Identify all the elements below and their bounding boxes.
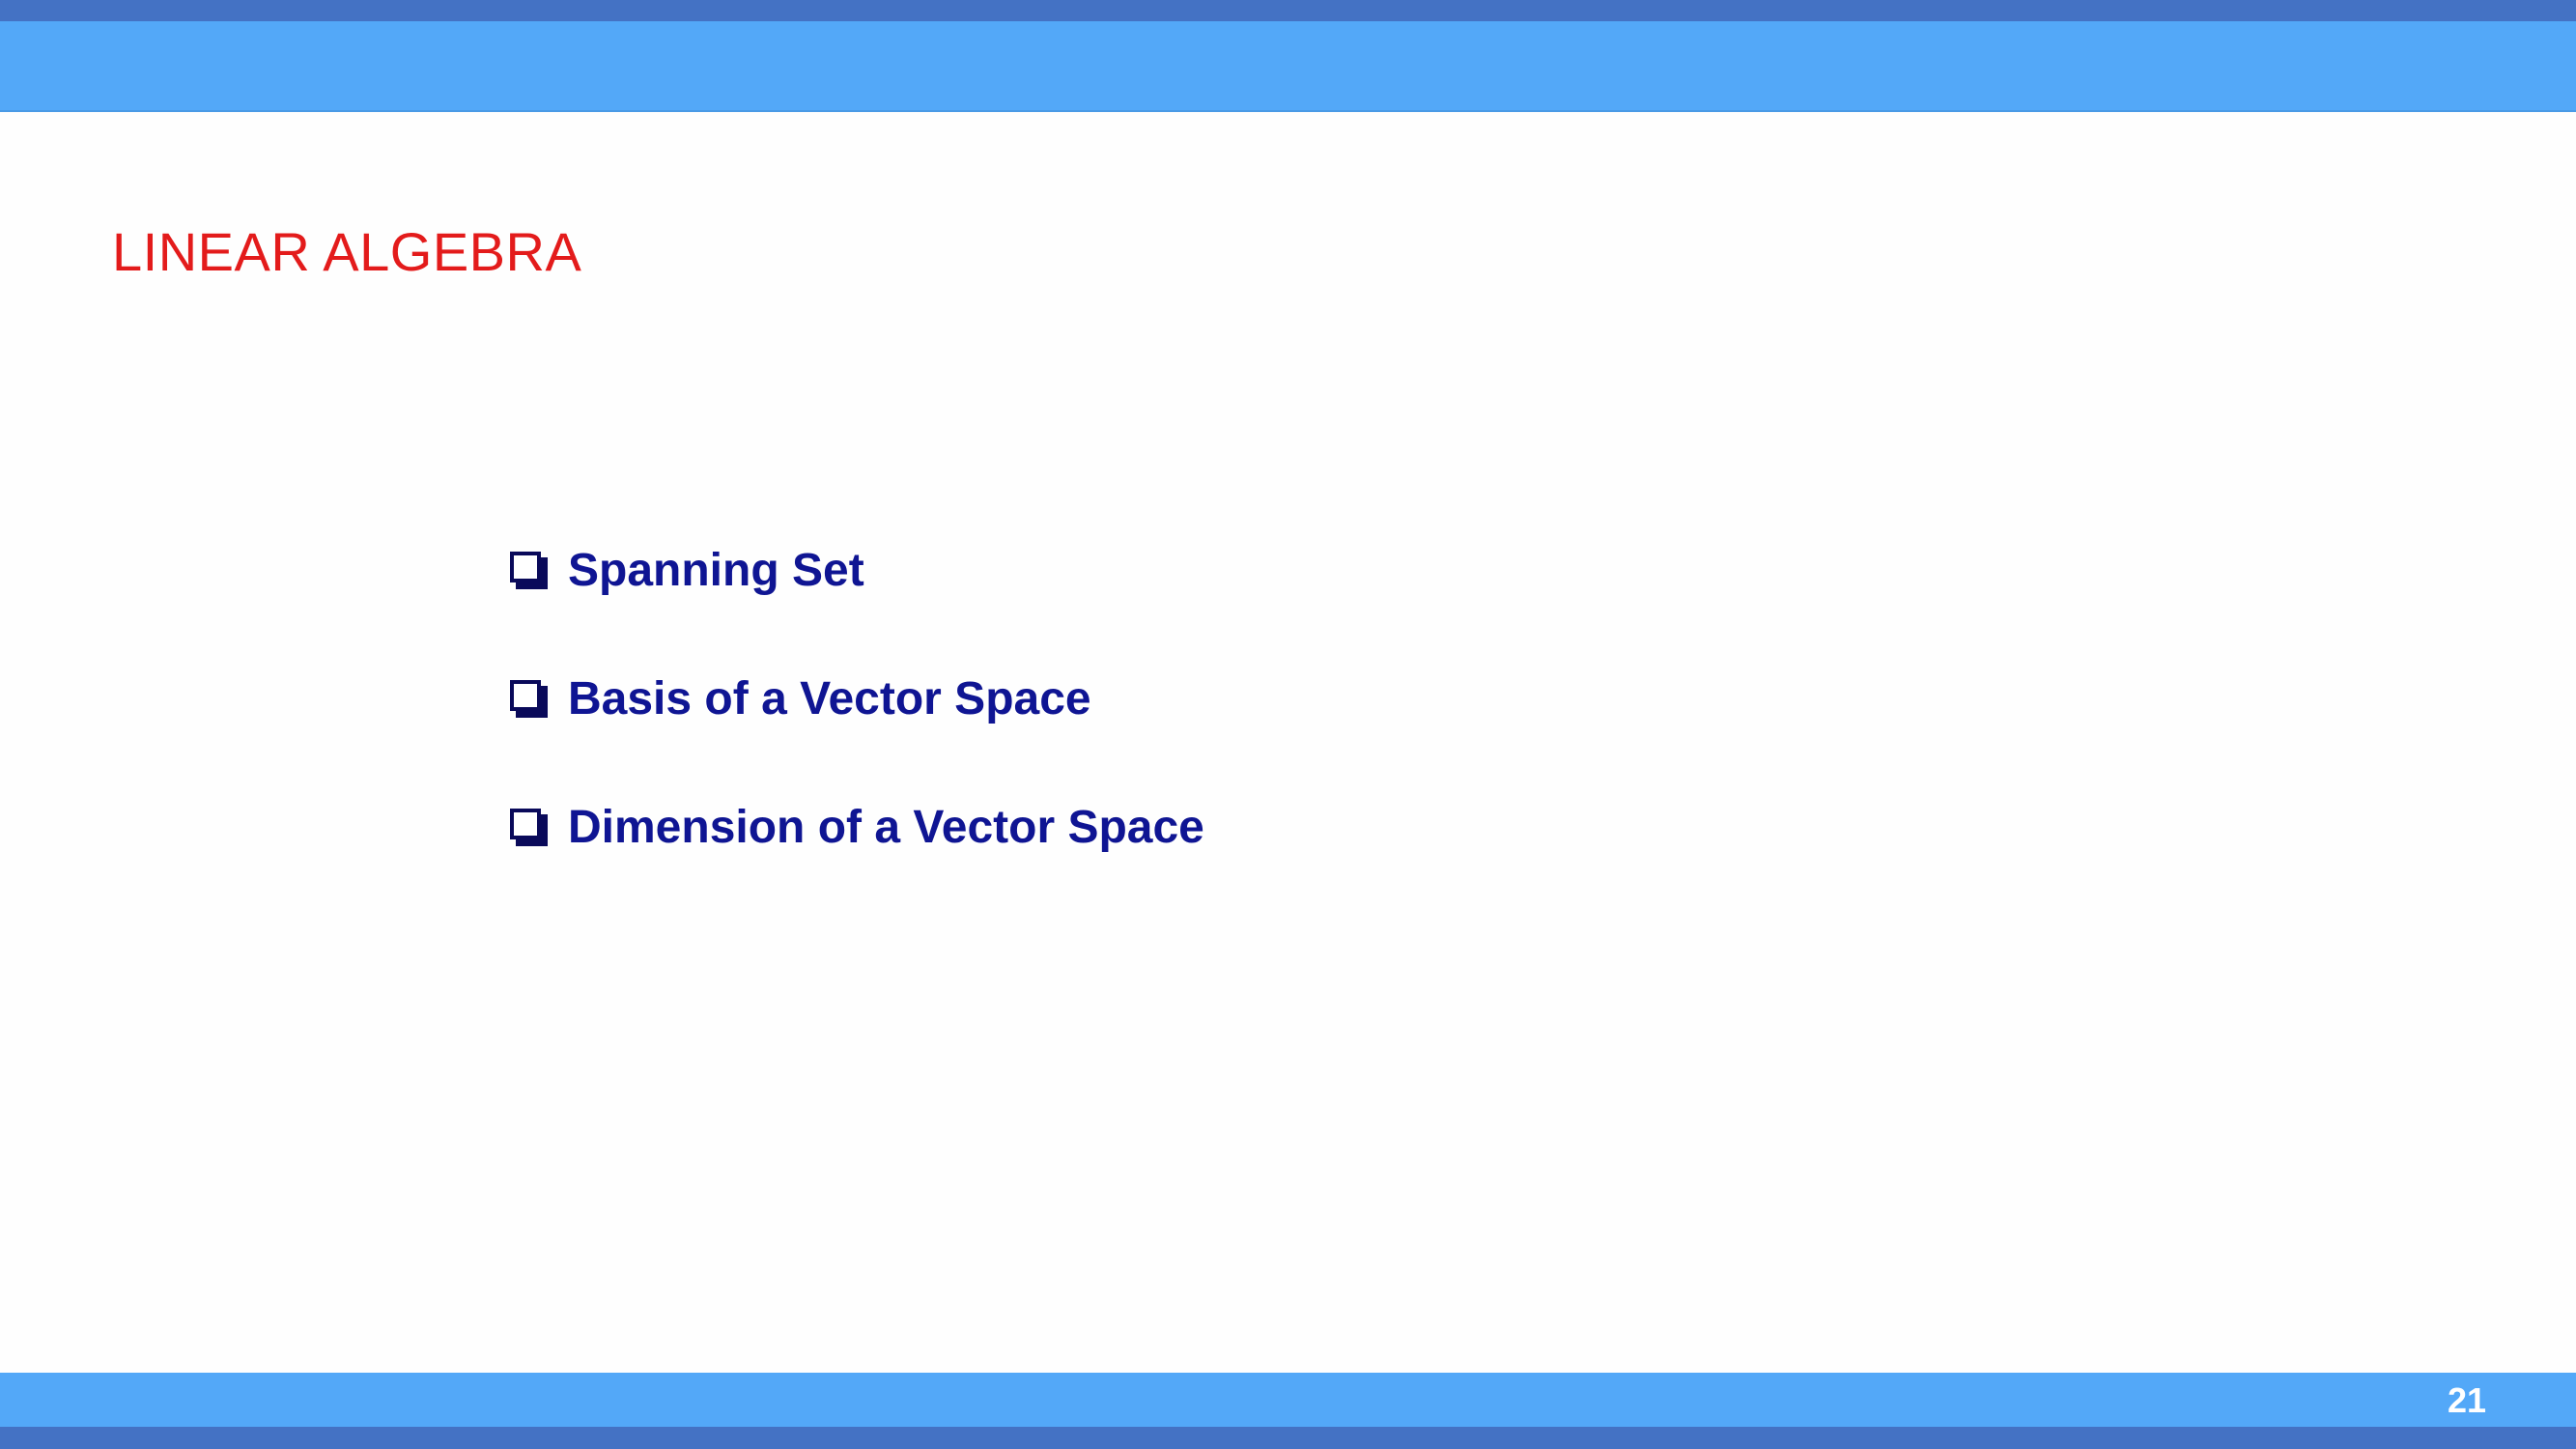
bottom-footer-band-dark	[0, 1427, 2576, 1449]
slide: LINEAR ALGEBRA Spanning Set Basis of a V…	[0, 0, 2576, 1449]
checkbox-icon	[510, 809, 549, 847]
bullet-label: Dimension of a Vector Space	[568, 802, 1204, 853]
list-item: Basis of a Vector Space	[510, 666, 1204, 733]
top-header-band-dark	[0, 0, 2576, 21]
list-item: Dimension of a Vector Space	[510, 794, 1204, 862]
bullet-label: Spanning Set	[568, 545, 864, 596]
checkbox-icon	[510, 680, 549, 719]
slide-title: LINEAR ALGEBRA	[112, 221, 582, 282]
bullet-label: Basis of a Vector Space	[568, 673, 1091, 724]
bullet-list: Spanning Set Basis of a Vector Space Dim…	[510, 537, 1204, 862]
bottom-footer-band	[0, 1373, 2576, 1427]
page-number: 21	[2447, 1380, 2486, 1420]
list-item: Spanning Set	[510, 537, 1204, 605]
checkbox-icon	[510, 552, 549, 590]
top-header-band	[0, 21, 2576, 112]
